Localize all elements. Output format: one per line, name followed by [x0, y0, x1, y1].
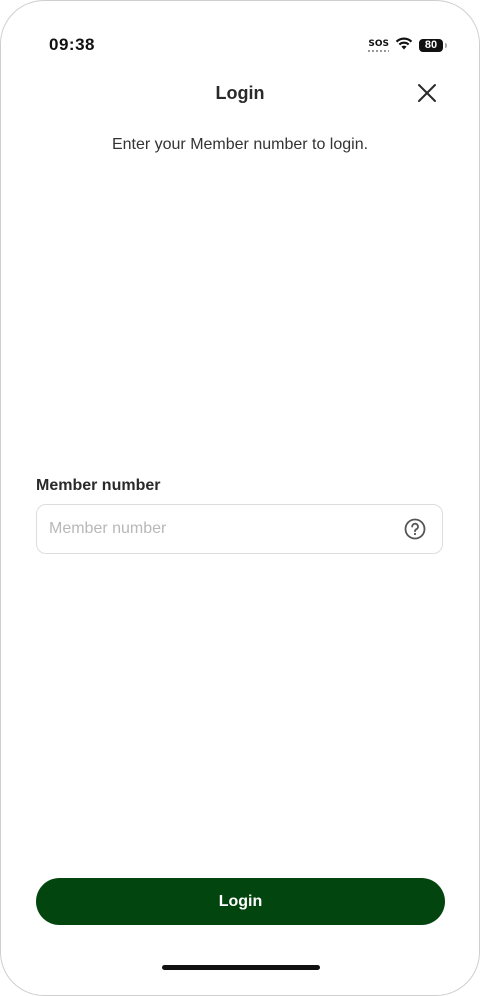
phone-frame: 09:38 SOS 80 Login Enter your Member num…: [0, 0, 480, 996]
member-number-field: [36, 504, 443, 554]
member-number-input[interactable]: [49, 505, 389, 553]
status-bar: 09:38 SOS 80: [49, 29, 447, 61]
battery-icon: 80: [419, 38, 447, 52]
close-button[interactable]: [413, 79, 441, 107]
page-title: Login: [215, 83, 265, 103]
status-time: 09:38: [49, 35, 95, 54]
login-button[interactable]: Login: [36, 878, 445, 925]
close-icon: [418, 84, 436, 102]
home-indicator: [162, 965, 320, 970]
header: Login: [1, 75, 479, 113]
status-icons: SOS 80: [368, 36, 447, 55]
wifi-icon: [395, 36, 413, 55]
help-circle-icon[interactable]: [404, 518, 426, 540]
sos-indicator: SOS: [368, 39, 389, 52]
member-number-label: Member number: [36, 477, 161, 494]
login-instructions: Enter your Member number to login.: [111, 136, 369, 153]
